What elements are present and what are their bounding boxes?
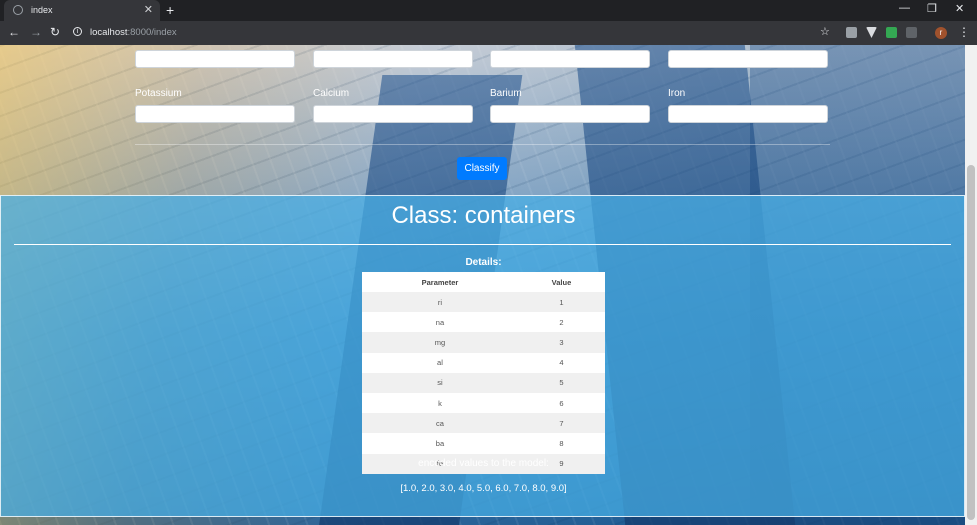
divider — [14, 244, 951, 245]
form-input[interactable] — [313, 50, 473, 68]
param-name: ri — [362, 292, 518, 313]
param-value: 5 — [517, 372, 605, 393]
browser-toolbar: ← → ↻ i localhost:8000/index ☆ r ⋮ — [0, 21, 977, 45]
iron-label: Iron — [668, 88, 686, 99]
minimize-icon[interactable]: — — [899, 2, 910, 14]
param-value: 7 — [517, 413, 605, 434]
param-name: si — [362, 372, 518, 393]
globe-icon — [13, 5, 23, 15]
param-value: 8 — [559, 438, 564, 448]
param-name: mg — [362, 332, 518, 353]
encoded-values: [1.0, 2.0, 3.0, 4.0, 5.0, 6.0, 7.0, 8.0,… — [400, 483, 567, 494]
param-name: k — [438, 398, 442, 408]
table-row: al 4 — [362, 353, 605, 373]
potassium-label: Potassium — [135, 88, 182, 99]
restore-icon[interactable]: ❐ — [927, 2, 937, 15]
form-input[interactable] — [668, 50, 828, 68]
param-value: 2 — [559, 317, 564, 327]
table-row: k6 — [362, 393, 605, 413]
divider — [135, 144, 830, 145]
potassium-input[interactable] — [135, 105, 295, 123]
forward-icon[interactable]: → — [30, 25, 42, 39]
star-icon[interactable]: ☆ — [820, 25, 830, 38]
param-name: ca — [362, 413, 518, 434]
calcium-label: Calcium — [313, 88, 350, 99]
table-row: ba 8 — [362, 433, 605, 453]
table-row: mg 3 — [362, 332, 605, 353]
menu-icon[interactable]: ⋮ — [958, 25, 970, 39]
barium-input[interactable] — [490, 105, 650, 123]
details-label: Details: — [465, 257, 502, 268]
browser-tab[interactable]: index ✕ — [4, 0, 160, 21]
param-name: ba — [435, 438, 445, 448]
param-value: 4 — [559, 358, 564, 368]
iron-input[interactable] — [668, 105, 828, 123]
form-input[interactable] — [490, 50, 650, 68]
tab-title: index — [31, 5, 53, 15]
encoded-label: encoded values to the model: — [418, 458, 549, 469]
reload-icon[interactable]: ↻ — [50, 25, 60, 39]
barium-label: Barium — [490, 88, 522, 99]
extension-icon[interactable] — [866, 27, 877, 38]
extension-icon[interactable] — [846, 27, 857, 38]
table-header: Value — [551, 277, 572, 287]
table-row: ca 7 — [362, 413, 605, 434]
back-icon[interactable]: ← — [8, 25, 20, 39]
param-name: na — [435, 317, 445, 327]
extension-icon[interactable] — [906, 27, 917, 38]
result-title: Class: containers — [391, 202, 576, 229]
parameters-table: Parameter Value ri 1 na 2 mg 3 al 4 si 5 k6 c… — [362, 272, 605, 474]
info-icon[interactable]: i — [73, 27, 82, 36]
vertical-scrollbar[interactable] — [965, 45, 977, 525]
avatar[interactable]: r — [935, 27, 947, 39]
plus-icon[interactable]: + — [166, 2, 174, 18]
url-path: :8000/index — [127, 27, 177, 38]
param-name: al — [437, 358, 443, 368]
classify-button[interactable]: Classify — [457, 157, 507, 180]
form-input[interactable] — [135, 50, 295, 68]
table-header: Parameter — [421, 277, 459, 287]
table-row: na 2 — [362, 312, 605, 332]
extension-icon[interactable] — [886, 27, 897, 38]
page-viewport: Potassium Calcium Barium Iron Classify C… — [0, 45, 965, 525]
param-value: 6 — [559, 398, 564, 408]
param-value: 1 — [517, 292, 605, 313]
url-host: localhost — [90, 27, 128, 38]
tab-bar: index ✕ + — ❐ ✕ — [0, 0, 977, 21]
address-bar[interactable]: i localhost:8000/index — [68, 24, 838, 42]
window-close-icon[interactable]: ✕ — [955, 2, 964, 15]
close-icon[interactable]: ✕ — [144, 3, 153, 16]
scrollbar-thumb[interactable] — [967, 165, 975, 520]
param-value: 3 — [517, 332, 605, 353]
table-row: ri 1 — [362, 292, 605, 313]
calcium-input[interactable] — [313, 105, 473, 123]
table-row: si 5 — [362, 372, 605, 393]
result-panel: Class: containers Details: Parameter Val… — [0, 195, 965, 517]
